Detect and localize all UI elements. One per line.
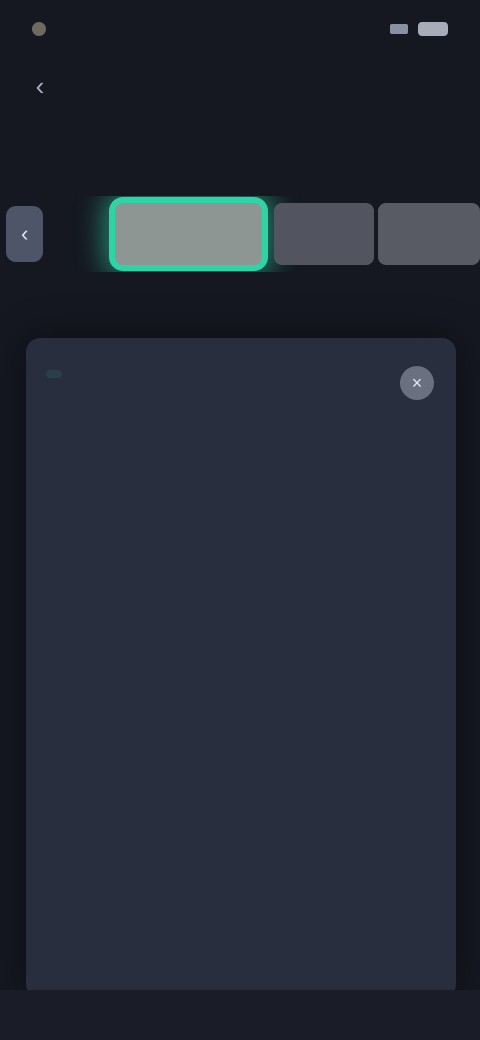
status-left	[32, 22, 54, 36]
battery-icon	[418, 22, 448, 36]
tab-3[interactable]	[274, 203, 375, 265]
status-right	[390, 22, 448, 36]
tab-strip: ‹	[0, 196, 480, 272]
close-button[interactable]: ×	[400, 366, 434, 400]
status-bar	[0, 0, 480, 58]
card-tag	[46, 370, 62, 378]
content-card: ×	[26, 338, 456, 998]
chevron-left-icon: ‹	[21, 221, 29, 246]
app-bar: ‹	[0, 58, 480, 114]
bottom-area	[0, 990, 480, 1040]
tab-1[interactable]	[57, 203, 93, 265]
tab-4[interactable]	[378, 203, 480, 265]
back-arrow-icon: ‹	[35, 70, 45, 101]
close-icon: ×	[411, 372, 423, 393]
tab-scroll-left-button[interactable]: ‹	[6, 206, 44, 262]
notification-icon	[32, 22, 46, 36]
tab-2-active[interactable]	[115, 203, 263, 265]
card-body	[48, 434, 436, 438]
back-button[interactable]: ‹	[22, 68, 58, 104]
signal-icon	[390, 24, 408, 34]
